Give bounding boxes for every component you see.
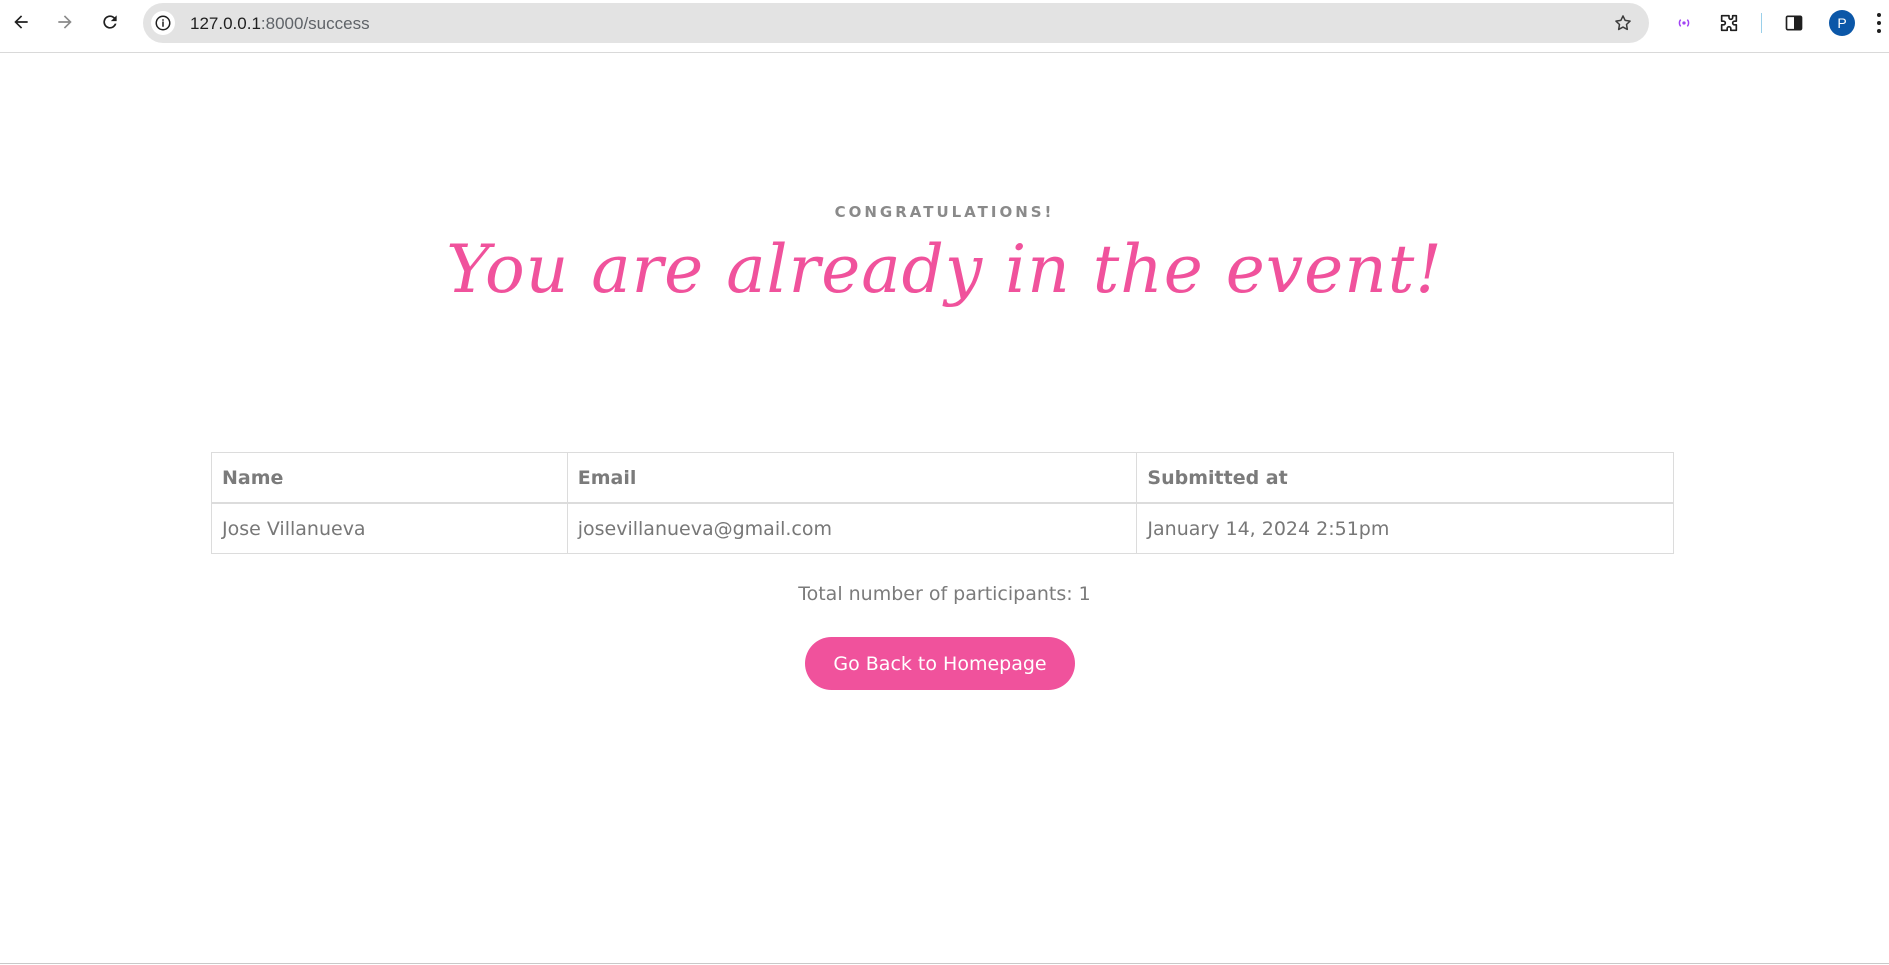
url-text[interactable]: 127.0.0.1:8000/success xyxy=(190,14,370,34)
congratulations-label: CONGRATULATIONS! xyxy=(834,203,1055,221)
address-bar[interactable]: 127.0.0.1:8000/success xyxy=(143,3,1649,43)
back-button[interactable] xyxy=(10,11,32,33)
more-menu-icon[interactable] xyxy=(1876,12,1882,34)
bottom-divider xyxy=(0,963,1889,964)
participant-count: Total number of participants: 1 xyxy=(798,583,1091,605)
url-path: :8000/success xyxy=(260,14,370,33)
forward-arrow-icon xyxy=(58,15,72,29)
page-content: CONGRATULATIONS! You are already in the … xyxy=(0,53,1889,963)
table-header-row: Name Email Submitted at xyxy=(211,452,1674,504)
browser-toolbar: 127.0.0.1:8000/success P xyxy=(0,0,1889,53)
back-arrow-icon xyxy=(14,15,28,29)
site-info-icon[interactable] xyxy=(151,11,175,35)
reload-button[interactable] xyxy=(99,11,121,33)
table-row: Jose Villanueva josevillanueva@gmail.com… xyxy=(211,502,1674,554)
participants-table: Name Email Submitted at Jose Villanueva … xyxy=(211,452,1674,554)
bookmark-star-icon[interactable] xyxy=(1613,13,1633,33)
column-header-email: Email xyxy=(566,452,1138,504)
cell-submitted-at: January 14, 2024 2:51pm xyxy=(1136,502,1674,554)
cell-name: Jose Villanueva xyxy=(211,502,568,554)
reload-icon xyxy=(103,15,117,29)
extensions-puzzle-icon[interactable] xyxy=(1718,12,1740,34)
column-header-submitted-at: Submitted at xyxy=(1136,452,1674,504)
side-panel-icon[interactable] xyxy=(1783,12,1805,34)
page-headline: You are already in the event! xyxy=(446,231,1443,308)
cast-icon[interactable] xyxy=(1673,12,1695,34)
profile-avatar[interactable]: P xyxy=(1829,10,1855,36)
url-host: 127.0.0.1 xyxy=(190,14,261,33)
go-back-homepage-button[interactable]: Go Back to Homepage xyxy=(805,637,1075,690)
cell-email: josevillanueva@gmail.com xyxy=(566,502,1138,554)
column-header-name: Name xyxy=(211,452,568,504)
toolbar-divider xyxy=(1761,13,1762,33)
forward-button[interactable] xyxy=(54,11,76,33)
